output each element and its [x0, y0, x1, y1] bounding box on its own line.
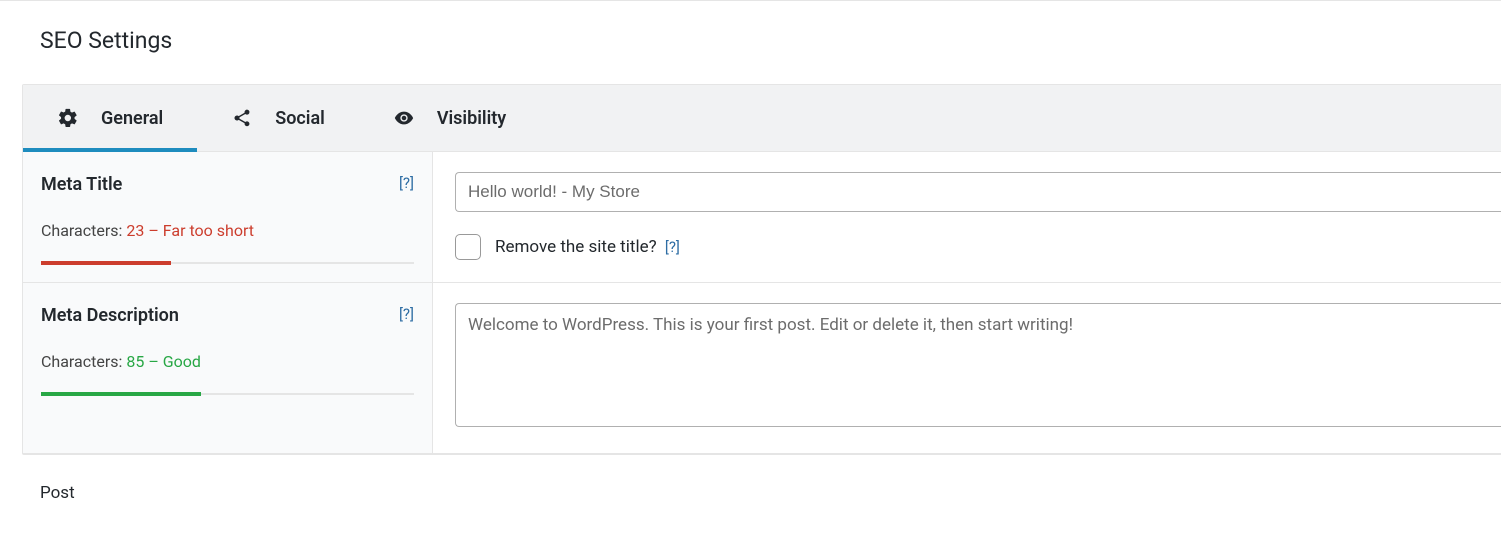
remove-site-title-help[interactable]: [?] — [665, 238, 680, 256]
post-type-label: Post — [40, 483, 1501, 503]
tab-social[interactable]: Social — [197, 85, 359, 151]
meta-title-input[interactable] — [455, 172, 1501, 212]
meta-title-char-label: Characters: — [41, 221, 126, 240]
meta-title-progress-fill — [41, 261, 171, 265]
meta-description-textarea[interactable] — [455, 303, 1501, 427]
page-title: SEO Settings — [40, 27, 1501, 54]
tab-visibility[interactable]: Visibility — [359, 85, 540, 151]
meta-description-progress-fill — [41, 392, 201, 396]
tab-visibility-label: Visibility — [437, 108, 506, 129]
tab-social-label: Social — [275, 108, 325, 129]
gear-icon — [57, 107, 79, 129]
meta-title-heading: Meta Title — [41, 174, 122, 195]
remove-site-title-checkbox[interactable] — [455, 234, 481, 260]
eye-icon — [393, 107, 415, 129]
meta-description-heading: Meta Description — [41, 305, 179, 326]
meta-description-progress — [41, 393, 414, 395]
meta-title-row: Meta Title [?] Characters: 23 – Far too … — [23, 152, 1501, 283]
meta-description-label-col: Meta Description [?] Characters: 85 – Go… — [23, 283, 433, 453]
seo-panel: General Social Visibility Meta Title — [22, 84, 1501, 455]
meta-title-label-col: Meta Title [?] Characters: 23 – Far too … — [23, 152, 433, 282]
remove-site-title-label: Remove the site title? [?] — [495, 237, 680, 257]
meta-title-progress — [41, 262, 414, 264]
tab-general[interactable]: General — [23, 85, 197, 151]
share-icon — [231, 107, 253, 129]
meta-description-row: Meta Description [?] Characters: 85 – Go… — [23, 283, 1501, 454]
meta-title-char-value: 23 – Far too short — [126, 221, 254, 240]
meta-description-char-label: Characters: — [41, 352, 126, 371]
meta-title-help[interactable]: [?] — [399, 174, 414, 192]
meta-description-help[interactable]: [?] — [399, 305, 414, 323]
meta-description-characters: Characters: 85 – Good — [41, 352, 414, 371]
tab-general-label: General — [101, 108, 163, 129]
meta-description-char-value: 85 – Good — [126, 352, 201, 371]
meta-title-characters: Characters: 23 – Far too short — [41, 221, 414, 240]
tabs: General Social Visibility — [23, 85, 1501, 152]
